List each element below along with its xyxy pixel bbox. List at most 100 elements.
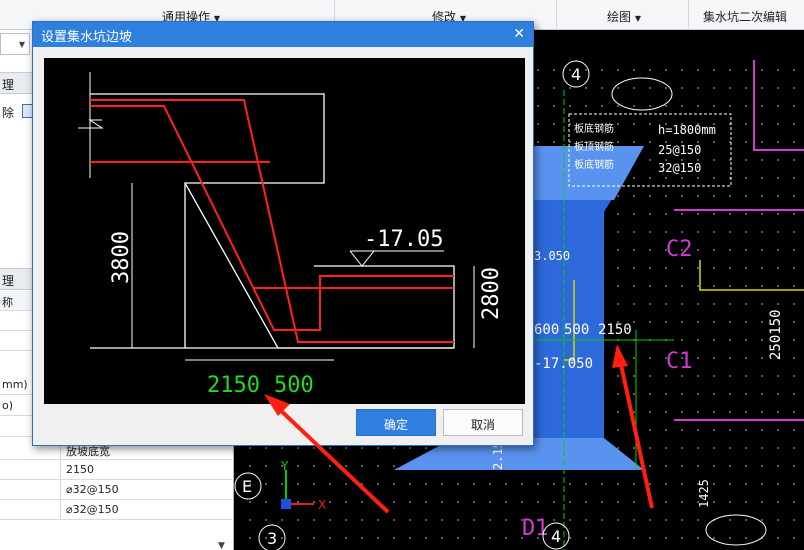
- grid-dot: [441, 483, 443, 485]
- grid-dot: [665, 519, 667, 521]
- grid-dot: [729, 285, 731, 287]
- grid-dot: [569, 87, 571, 89]
- property-row[interactable]: 2150: [0, 460, 232, 480]
- grid-dot: [793, 339, 795, 341]
- grid-dot: [745, 357, 747, 359]
- grid-dot: [793, 537, 795, 539]
- ribbon-group-draw[interactable]: 绘图 ▼: [607, 8, 641, 25]
- grid-dot: [681, 483, 683, 485]
- grid-dot: [761, 339, 763, 341]
- grid-dot: [729, 249, 731, 251]
- ok-button[interactable]: 确定: [356, 409, 436, 436]
- grid-dot: [633, 123, 635, 125]
- grid-dot: [793, 159, 795, 161]
- property-row[interactable]: ⌀32@150: [0, 500, 232, 520]
- grid-dot: [761, 87, 763, 89]
- grid-dot: [777, 483, 779, 485]
- grid-dot: [537, 105, 539, 107]
- grid-dot: [665, 411, 667, 413]
- dialog-title: 设置集水坑边坡: [41, 30, 133, 45]
- grid-dot: [409, 447, 411, 449]
- cad-dim-500: 500: [564, 322, 589, 338]
- scroll-down-icon[interactable]: ▼: [218, 541, 225, 550]
- grid-dot: [729, 375, 731, 377]
- grid-dot: [729, 339, 731, 341]
- cancel-button[interactable]: 取消: [443, 409, 523, 436]
- grid-dot: [265, 465, 267, 467]
- grid-dot: [409, 483, 411, 485]
- grid-dot: [649, 303, 651, 305]
- grid-dot: [793, 195, 795, 197]
- grid-dot: [393, 519, 395, 521]
- cad-dim-250150: 250150: [768, 309, 784, 360]
- grid-dot: [729, 321, 731, 323]
- close-icon[interactable]: ✕: [513, 26, 525, 42]
- grid-dot: [569, 519, 571, 521]
- grid-label-d1: D1: [522, 516, 549, 541]
- grid-dot: [649, 393, 651, 395]
- floor-select[interactable]: ▼: [0, 33, 30, 55]
- grid-dot: [617, 501, 619, 503]
- grid-dot: [713, 537, 715, 539]
- grid-dot: [329, 501, 331, 503]
- delete-button[interactable]: 除: [2, 106, 14, 120]
- dialog-title-bar[interactable]: 设置集水坑边坡 ✕: [33, 22, 533, 47]
- grid-dot: [713, 483, 715, 485]
- grid-dot: [713, 69, 715, 71]
- grid-dot: [617, 519, 619, 521]
- cad-dim-600: 600: [534, 322, 559, 338]
- grid-dot: [649, 141, 651, 143]
- pit-outline: [278, 265, 455, 349]
- grid-dot: [313, 501, 315, 503]
- grid-dot: [761, 357, 763, 359]
- grid-dot: [617, 249, 619, 251]
- grid-dot: [777, 447, 779, 449]
- grid-dot: [761, 375, 763, 377]
- grid-dot: [777, 393, 779, 395]
- grid-dot: [761, 177, 763, 179]
- elevation-label: -17.05: [364, 227, 443, 252]
- grid-dot: [761, 411, 763, 413]
- grid-dot: [777, 285, 779, 287]
- grid-dot: [681, 501, 683, 503]
- grid-dot: [409, 537, 411, 539]
- grid-dot: [537, 69, 539, 71]
- grid-dot: [745, 375, 747, 377]
- grid-dot: [681, 339, 683, 341]
- grid-dot: [729, 69, 731, 71]
- grid-dot: [313, 447, 315, 449]
- grid-dot: [473, 537, 475, 539]
- grid-dot: [329, 537, 331, 539]
- grid-dot: [713, 465, 715, 467]
- grid-dot: [393, 447, 395, 449]
- chevron-down-icon: ▼: [634, 14, 641, 23]
- grid-dot: [681, 519, 683, 521]
- grid-dot: [505, 501, 507, 503]
- hatched-ellipse-bottom: [705, 514, 767, 546]
- grid-dot: [633, 267, 635, 269]
- note-row-2: 板顶钢筋: [574, 140, 614, 153]
- grid-dot: [601, 519, 603, 521]
- dim-height-left: 3800: [109, 231, 134, 284]
- grid-dot: [713, 195, 715, 197]
- grid-dot: [713, 393, 715, 395]
- grid-dot: [697, 321, 699, 323]
- grid-dot: [313, 537, 315, 539]
- grid-dot: [729, 537, 731, 539]
- grid-dot: [649, 465, 651, 467]
- grid-dot: [281, 483, 283, 485]
- grid-dot: [633, 519, 635, 521]
- grid-dot: [281, 447, 283, 449]
- grid-dot: [313, 519, 315, 521]
- property-row[interactable]: ⌀32@150: [0, 480, 232, 500]
- grid-dot: [505, 483, 507, 485]
- grid-dot: [713, 249, 715, 251]
- grid-dot: [345, 519, 347, 521]
- grid-dot: [777, 249, 779, 251]
- grid-dot: [633, 321, 635, 323]
- column-divider: [60, 460, 61, 480]
- ribbon-group-sump-edit[interactable]: 集水坑二次编辑: [703, 8, 787, 25]
- grid-dot: [793, 375, 795, 377]
- grid-dot: [665, 177, 667, 179]
- ribbon-group-label: 绘图: [607, 10, 632, 24]
